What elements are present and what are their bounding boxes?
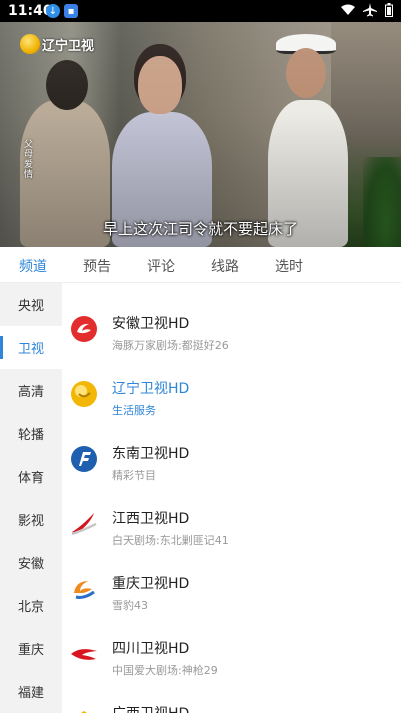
channel-program: 精彩节目	[112, 469, 156, 482]
wifi-icon	[341, 4, 355, 15]
channel-name: 东南卫视HD	[112, 446, 190, 462]
category-item-hd[interactable]: 高清	[0, 369, 62, 412]
download-icon: ↓	[46, 4, 60, 18]
list-item[interactable]: 四川卫视HD 中国爱大剧场:神枪29	[62, 618, 401, 683]
list-item[interactable]: 东南卫视HD 精彩节目	[62, 423, 401, 488]
channel-program: 生活服务	[112, 404, 156, 417]
channel-program: 海豚万家剧场:都挺好26	[112, 339, 229, 352]
tab-comments[interactable]: 评论	[147, 256, 175, 276]
list-item[interactable]: 广西卫视HD	[62, 683, 401, 713]
dongnan-tv-logo-icon	[71, 446, 97, 472]
video-subtitle: 早上这次江司令就不要起床了	[102, 220, 298, 238]
tab-bar: 频道 预告 评论 线路 选时	[0, 247, 401, 283]
channel-program: 白天剧场:东北剿匪记41	[112, 534, 229, 547]
channel-program: 雪豹43	[112, 599, 148, 612]
battery-icon	[385, 3, 393, 17]
channel-program: 中国爱大剧场:神枪29	[112, 664, 218, 677]
channel-name: 四川卫视HD	[112, 641, 190, 657]
tab-channels[interactable]: 频道	[19, 256, 47, 276]
category-item-beijing[interactable]: 北京	[0, 584, 62, 627]
chongqing-tv-logo-icon	[74, 581, 95, 599]
category-item-rotation[interactable]: 轮播	[0, 412, 62, 455]
tab-preview[interactable]: 预告	[83, 256, 111, 276]
video-overlay	[0, 22, 401, 247]
category-item-anhui[interactable]: 安徽	[0, 541, 62, 584]
status-bar: 11:40 ↓ ▪	[0, 0, 401, 22]
tab-select-time[interactable]: 选时	[275, 256, 303, 276]
channel-list: 安徽卫视HD 海豚万家剧场:都挺好26 辽宁卫视HD 生活服务 东南卫视HD 精…	[62, 283, 401, 713]
status-icons	[341, 3, 393, 17]
jiangxi-tv-logo-icon	[71, 513, 97, 536]
sichuan-tv-logo-icon	[71, 649, 97, 660]
list-item[interactable]: 安徽卫视HD 海豚万家剧场:都挺好26	[62, 293, 401, 358]
gallery-icon: ▪	[64, 4, 78, 18]
category-item-movies[interactable]: 影视	[0, 498, 62, 541]
list-item[interactable]: 江西卫视HD 白天剧场:东北剿匪记41	[62, 488, 401, 553]
channel-name: 辽宁卫视HD	[112, 381, 190, 397]
category-item-cctv[interactable]: 央视	[0, 283, 62, 326]
category-item-chongqing[interactable]: 重庆	[0, 627, 62, 670]
category-item-sports[interactable]: 体育	[0, 455, 62, 498]
category-item-satellite[interactable]: 卫视	[0, 326, 62, 369]
video-player[interactable]: 辽宁卫视 父母爱情 早上这次江司令就不要起床了	[0, 22, 401, 247]
liaoning-tv-logo-icon	[71, 381, 97, 407]
anhui-tv-logo-icon	[71, 316, 97, 342]
channel-name: 江西卫视HD	[112, 511, 190, 527]
category-sidebar: 央视 卫视 高清 轮播 体育 影视 安徽 北京 重庆 福建	[0, 283, 62, 713]
channel-name: 广西卫视HD	[112, 703, 189, 713]
airplane-icon	[363, 3, 377, 17]
list-item[interactable]: 辽宁卫视HD 生活服务	[62, 358, 401, 423]
channel-name: 安徽卫视HD	[112, 316, 190, 332]
list-item[interactable]: 重庆卫视HD 雪豹43	[62, 553, 401, 618]
liaoning-logo-icon	[20, 34, 40, 54]
program-side-caption: 父母爱情	[24, 140, 34, 180]
guangxi-tv-logo-icon	[81, 711, 87, 713]
channel-watermark: 辽宁卫视	[20, 34, 94, 54]
channel-name: 重庆卫视HD	[112, 576, 190, 592]
tab-routes[interactable]: 线路	[211, 256, 239, 276]
channel-watermark-text: 辽宁卫视	[42, 38, 95, 54]
category-item-fujian[interactable]: 福建	[0, 670, 62, 713]
